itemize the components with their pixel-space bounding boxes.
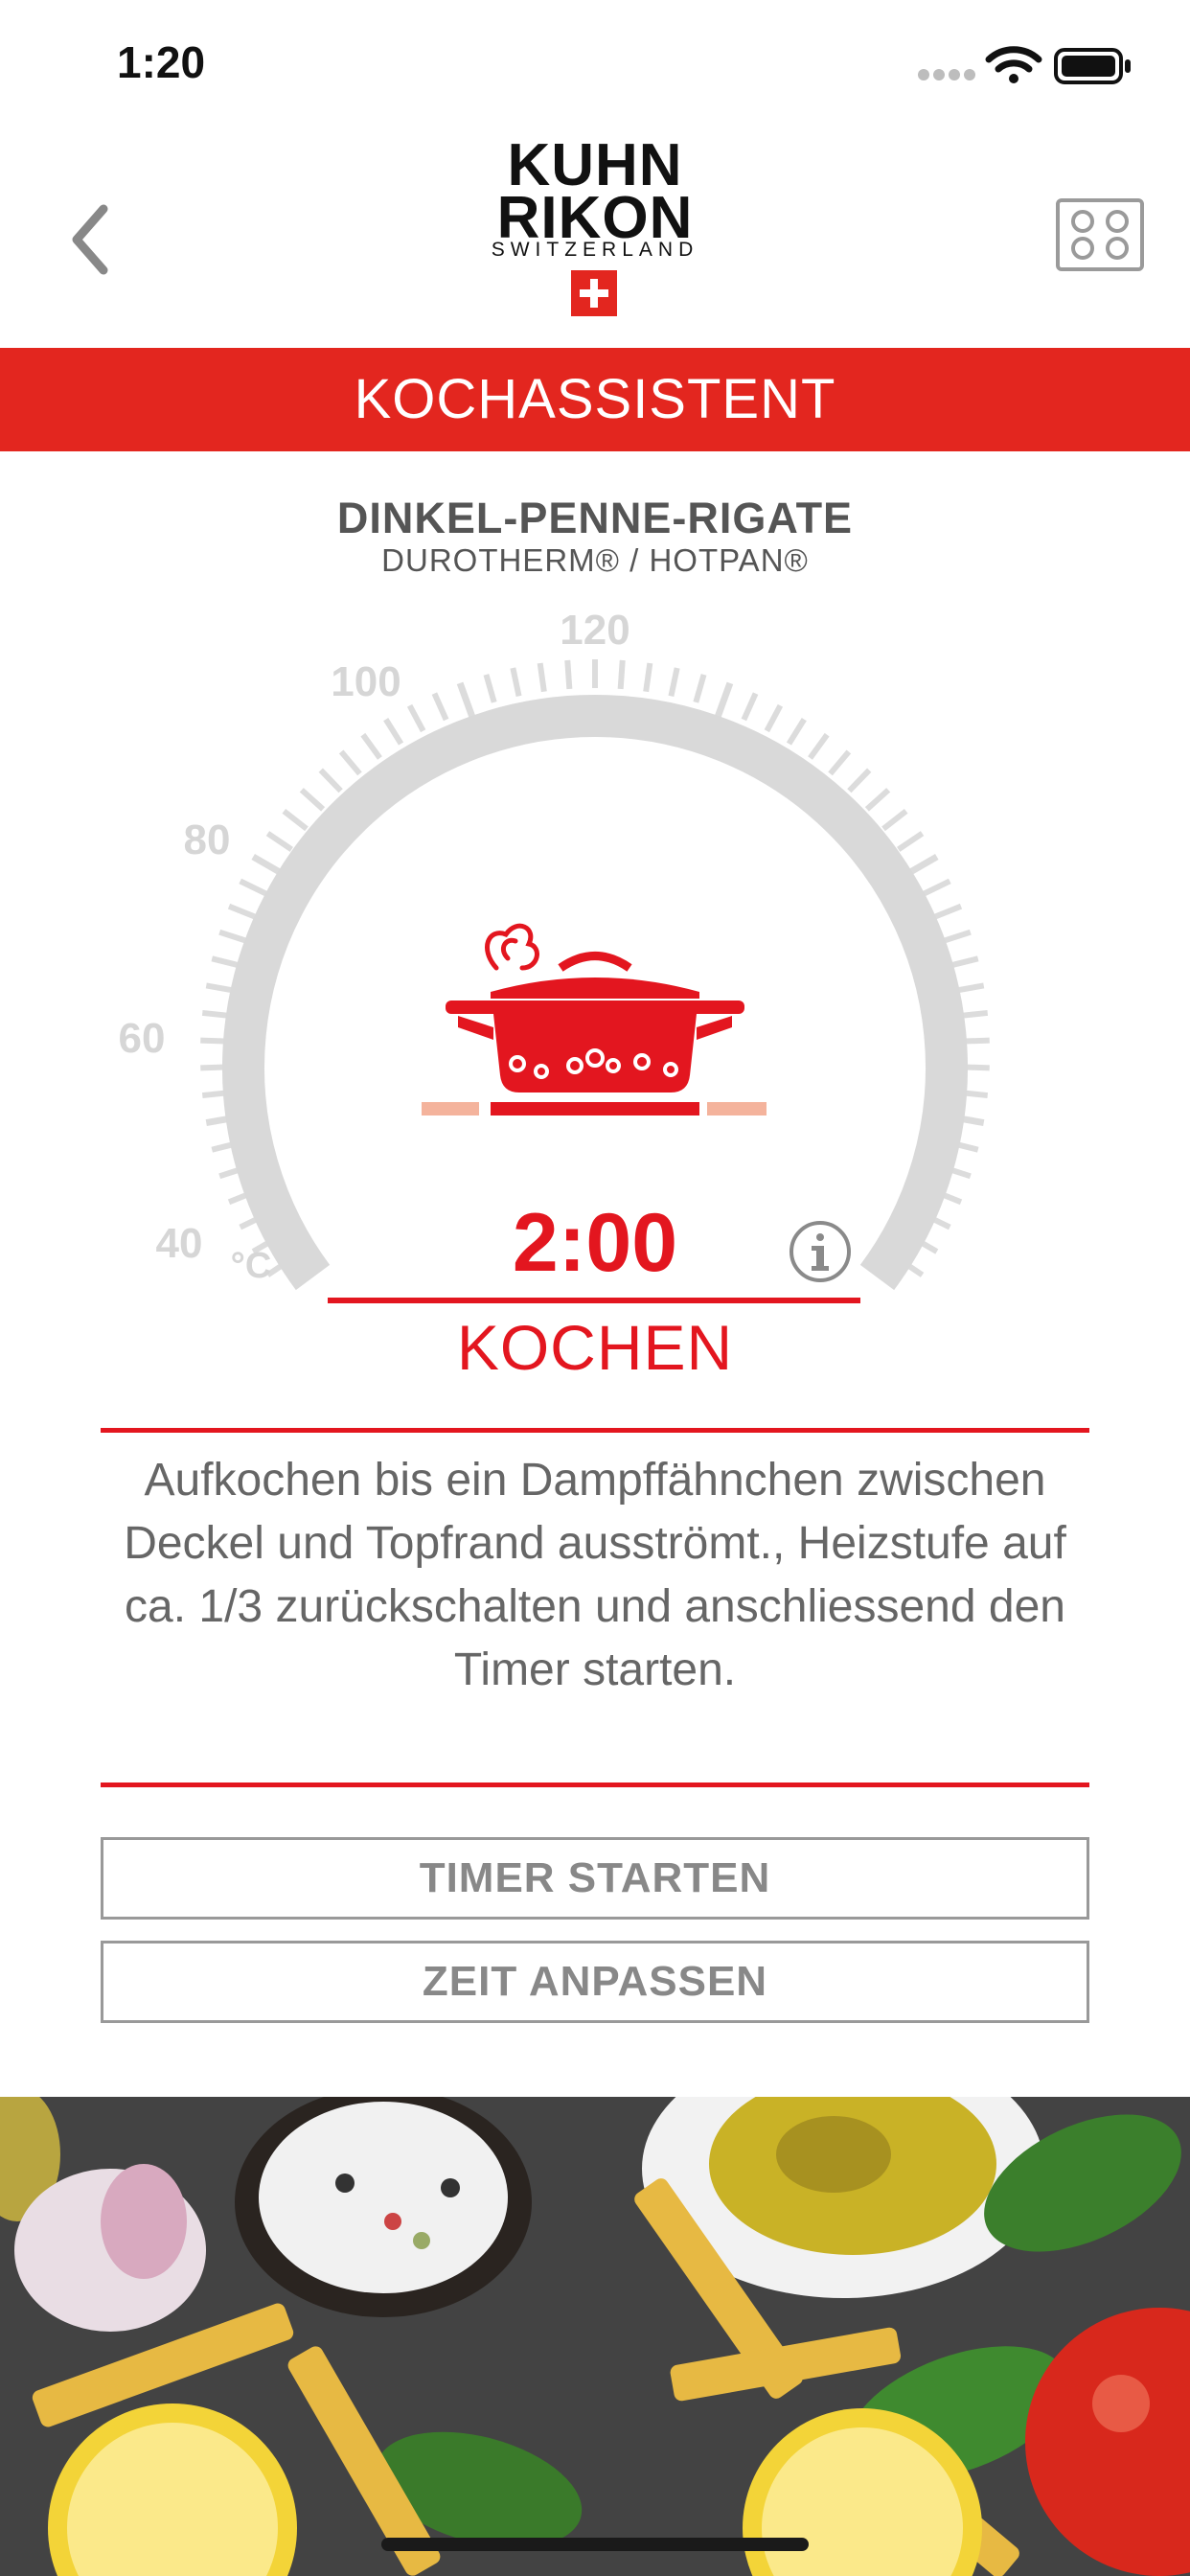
gauge-tick (942, 929, 972, 944)
back-button[interactable] (57, 192, 125, 288)
gauge-tick (360, 732, 382, 760)
gauge-tick (218, 929, 248, 944)
gauge-tick (923, 878, 951, 897)
gauge-tick (741, 692, 759, 722)
status-icons (918, 46, 1131, 84)
gauge-tick (537, 662, 547, 693)
section-banner: KOCHASSISTENT (0, 348, 1190, 451)
swiss-flag-icon (571, 270, 617, 316)
gauge-tick (954, 982, 985, 994)
gauge-tick (456, 681, 476, 719)
gauge-tick (897, 831, 925, 852)
status-time: 1:20 (117, 37, 206, 87)
logo-line-3: SWITZERLAND (491, 239, 699, 261)
gauge-tick (714, 681, 734, 719)
gauge-tick (239, 878, 267, 897)
gauge-tick (693, 674, 707, 703)
signal-icon (918, 69, 975, 80)
cooktop-icon (1056, 198, 1144, 271)
gauge-tick (564, 659, 573, 690)
gauge-tick (881, 808, 908, 832)
gauge-tick (431, 692, 449, 722)
gauge-tick (282, 808, 309, 832)
start-timer-button[interactable]: TIMER STARTEN (101, 1837, 1089, 1920)
boiling-pot-icon (422, 923, 767, 1116)
tick-label-100: 100 (331, 658, 400, 705)
info-button[interactable] (788, 1219, 853, 1284)
gauge-tick (949, 955, 979, 969)
gauge-tick (318, 768, 343, 794)
adjust-time-button[interactable]: ZEIT ANPASSEN (101, 1941, 1089, 2023)
divider-bottom (101, 1782, 1089, 1787)
gauge-tick (483, 674, 497, 703)
recipe-name: DINKEL-PENNE-RIGATE (336, 494, 854, 542)
banner-title: KOCHASSISTENT (354, 368, 836, 430)
tick-label-120: 120 (560, 607, 629, 654)
battery-icon (1054, 48, 1131, 84)
gauge-tick (265, 831, 293, 852)
gauge-tick (643, 662, 653, 693)
gauge-tick (668, 667, 680, 697)
timer-underline (328, 1298, 860, 1303)
gauge-tick (205, 982, 236, 994)
chevron-left-icon (72, 204, 108, 275)
cooking-phase: KOCHEN (456, 1312, 734, 1383)
gauge-tick (847, 768, 872, 794)
gauge-tick (786, 718, 807, 746)
gauge-tick (227, 903, 257, 920)
gauge-tick (406, 703, 426, 733)
gauge-tick (299, 788, 326, 812)
gauge-tick (510, 667, 522, 697)
food-photo (0, 2097, 1190, 2576)
gauge-tick (211, 955, 241, 969)
wifi-icon (985, 46, 1042, 83)
gauge-tick (338, 749, 362, 776)
tick-label-80: 80 (184, 816, 231, 863)
info-icon (790, 1221, 851, 1282)
timer-display: 2:00 (512, 1197, 678, 1289)
recipe-cookware: DUROTHERM® / HOTPAN® (381, 542, 809, 578)
gauge-tick (933, 903, 963, 920)
gauge-tick (808, 732, 830, 760)
gauge-tick (828, 749, 852, 776)
home-indicator[interactable] (381, 2538, 809, 2551)
gauge-tick (617, 659, 626, 690)
gauge-ticks (200, 659, 990, 1277)
gauge-tick (383, 718, 404, 746)
cooktop-button[interactable] (1054, 196, 1146, 273)
gauge-tick (864, 788, 891, 812)
tick-label-60: 60 (119, 1015, 166, 1062)
gauge-tick (764, 703, 784, 733)
divider-top (101, 1428, 1089, 1433)
instruction-text: Aufkochen bis ein Dampffähnchen zwischen… (124, 1455, 1066, 1695)
